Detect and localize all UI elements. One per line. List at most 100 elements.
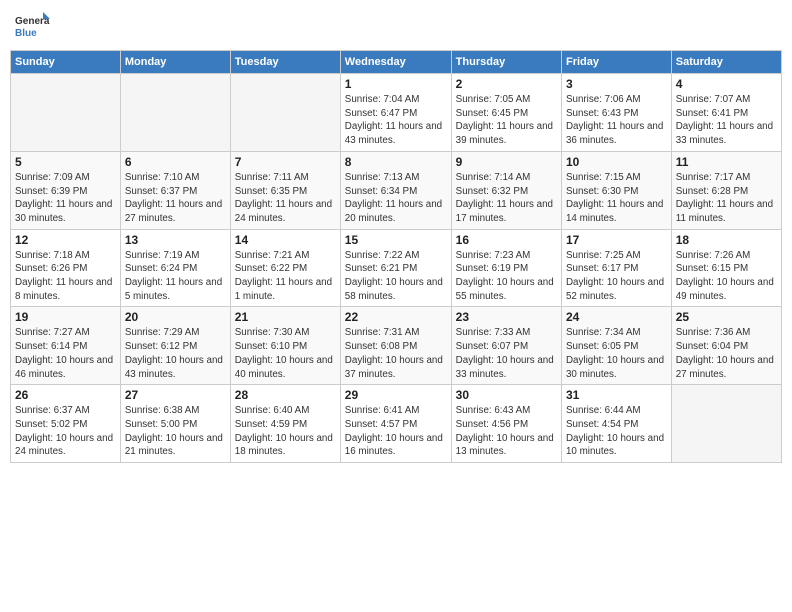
calendar-cell: 13 Sunrise: 7:19 AM Sunset: 6:24 PM Dayli… bbox=[120, 229, 230, 307]
calendar-cell bbox=[120, 74, 230, 152]
day-number: 2 bbox=[456, 77, 557, 91]
calendar-cell: 20Sunrise: 7:29 AM Sunset: 6:12 PM Dayli… bbox=[120, 307, 230, 385]
calendar-cell: 22Sunrise: 7:31 AM Sunset: 6:08 PM Dayli… bbox=[340, 307, 451, 385]
day-number: 19 bbox=[15, 310, 116, 324]
day-info: Sunrise: 7:06 AM Sunset: 6:43 PM Dayligh… bbox=[566, 93, 667, 148]
logo: General Blue bbox=[14, 10, 50, 46]
calendar-cell: 1Sunrise: 7:04 AM Sunset: 6:47 PM Daylig… bbox=[340, 74, 451, 152]
day-info: Sunrise: 7:21 AM Sunset: 6:22 PM Dayligh… bbox=[235, 249, 336, 304]
day-number: 23 bbox=[456, 310, 557, 324]
day-number: 25 bbox=[676, 310, 777, 324]
calendar-cell bbox=[230, 74, 340, 152]
calendar-cell: 25 Sunrise: 7:36 AM Sunset: 6:04 PM Dayli… bbox=[671, 307, 781, 385]
calendar-cell: 3 Sunrise: 7:06 AM Sunset: 6:43 PM Daylig… bbox=[561, 74, 671, 152]
day-number: 21 bbox=[235, 310, 336, 324]
day-number: 5 bbox=[15, 155, 116, 169]
day-info: Sunrise: 7:36 AM Sunset: 6:04 PM Dayligh… bbox=[676, 326, 777, 381]
day-number: 16 bbox=[456, 233, 557, 247]
day-number: 8 bbox=[345, 155, 447, 169]
calendar-cell: 21Sunrise: 7:30 AM Sunset: 6:10 PM Dayli… bbox=[230, 307, 340, 385]
day-number: 13 bbox=[125, 233, 226, 247]
day-number: 24 bbox=[566, 310, 667, 324]
day-number: 6 bbox=[125, 155, 226, 169]
calendar-cell: 7 Sunrise: 7:11 AM Sunset: 6:35 PM Daylig… bbox=[230, 151, 340, 229]
calendar-cell: 10Sunrise: 7:15 AM Sunset: 6:30 PM Dayli… bbox=[561, 151, 671, 229]
day-number: 3 bbox=[566, 77, 667, 91]
weekday-header-saturday: Saturday bbox=[671, 51, 781, 74]
weekday-header-monday: Monday bbox=[120, 51, 230, 74]
calendar-cell: 28 Sunrise: 6:40 AM Sunset: 4:59 PM Dayli… bbox=[230, 385, 340, 463]
calendar-cell: 15 Sunrise: 7:22 AM Sunset: 6:21 PM Dayli… bbox=[340, 229, 451, 307]
day-number: 12 bbox=[15, 233, 116, 247]
day-number: 15 bbox=[345, 233, 447, 247]
day-info: Sunrise: 7:25 AM Sunset: 6:17 PM Dayligh… bbox=[566, 249, 667, 304]
day-number: 4 bbox=[676, 77, 777, 91]
calendar-cell: 17 Sunrise: 7:25 AM Sunset: 6:17 PM Dayli… bbox=[561, 229, 671, 307]
calendar-cell: 8Sunrise: 7:13 AM Sunset: 6:34 PM Daylig… bbox=[340, 151, 451, 229]
calendar-week-row: 5 Sunrise: 7:09 AM Sunset: 6:39 PM Daylig… bbox=[11, 151, 782, 229]
day-number: 22 bbox=[345, 310, 447, 324]
day-info: Sunrise: 7:34 AM Sunset: 6:05 PM Dayligh… bbox=[566, 326, 667, 381]
calendar-cell: 29 Sunrise: 6:41 AM Sunset: 4:57 PM Dayli… bbox=[340, 385, 451, 463]
day-number: 29 bbox=[345, 388, 447, 402]
day-number: 9 bbox=[456, 155, 557, 169]
day-number: 31 bbox=[566, 388, 667, 402]
calendar-cell: 27 Sunrise: 6:38 AM Sunset: 5:00 PM Dayli… bbox=[120, 385, 230, 463]
day-info: Sunrise: 6:37 AM Sunset: 5:02 PM Dayligh… bbox=[15, 404, 116, 459]
day-info: Sunrise: 6:43 AM Sunset: 4:56 PM Dayligh… bbox=[456, 404, 557, 459]
calendar-cell: 12 Sunrise: 7:18 AM Sunset: 6:26 PM Dayli… bbox=[11, 229, 121, 307]
calendar-cell: 26 Sunrise: 6:37 AM Sunset: 5:02 PM Dayli… bbox=[11, 385, 121, 463]
day-info: Sunrise: 6:44 AM Sunset: 4:54 PM Dayligh… bbox=[566, 404, 667, 459]
day-info: Sunrise: 7:14 AM Sunset: 6:32 PM Dayligh… bbox=[456, 171, 557, 226]
calendar-cell: 16 Sunrise: 7:23 AM Sunset: 6:19 PM Dayli… bbox=[451, 229, 561, 307]
calendar-week-row: 26 Sunrise: 6:37 AM Sunset: 5:02 PM Dayli… bbox=[11, 385, 782, 463]
calendar-cell: 24 Sunrise: 7:34 AM Sunset: 6:05 PM Dayli… bbox=[561, 307, 671, 385]
calendar-week-row: 19 Sunrise: 7:27 AM Sunset: 6:14 PM Dayli… bbox=[11, 307, 782, 385]
weekday-header-thursday: Thursday bbox=[451, 51, 561, 74]
day-info: Sunrise: 7:04 AM Sunset: 6:47 PM Dayligh… bbox=[345, 93, 447, 148]
svg-text:Blue: Blue bbox=[15, 28, 37, 39]
calendar-cell: 11 Sunrise: 7:17 AM Sunset: 6:28 PM Dayli… bbox=[671, 151, 781, 229]
day-info: Sunrise: 6:41 AM Sunset: 4:57 PM Dayligh… bbox=[345, 404, 447, 459]
calendar-cell bbox=[671, 385, 781, 463]
weekday-header-sunday: Sunday bbox=[11, 51, 121, 74]
day-info: Sunrise: 7:23 AM Sunset: 6:19 PM Dayligh… bbox=[456, 249, 557, 304]
calendar-cell: 2 Sunrise: 7:05 AM Sunset: 6:45 PM Daylig… bbox=[451, 74, 561, 152]
calendar-cell: 19 Sunrise: 7:27 AM Sunset: 6:14 PM Dayli… bbox=[11, 307, 121, 385]
calendar-cell: 6 Sunrise: 7:10 AM Sunset: 6:37 PM Daylig… bbox=[120, 151, 230, 229]
day-number: 14 bbox=[235, 233, 336, 247]
day-number: 17 bbox=[566, 233, 667, 247]
day-info: Sunrise: 7:11 AM Sunset: 6:35 PM Dayligh… bbox=[235, 171, 336, 226]
day-info: Sunrise: 7:27 AM Sunset: 6:14 PM Dayligh… bbox=[15, 326, 116, 381]
day-number: 10 bbox=[566, 155, 667, 169]
calendar-cell bbox=[11, 74, 121, 152]
calendar-cell: 9 Sunrise: 7:14 AM Sunset: 6:32 PM Daylig… bbox=[451, 151, 561, 229]
day-info: Sunrise: 7:19 AM Sunset: 6:24 PM Dayligh… bbox=[125, 249, 226, 304]
calendar-cell: 30 Sunrise: 6:43 AM Sunset: 4:56 PM Dayli… bbox=[451, 385, 561, 463]
day-number: 18 bbox=[676, 233, 777, 247]
calendar-cell: 23Sunrise: 7:33 AM Sunset: 6:07 PM Dayli… bbox=[451, 307, 561, 385]
day-number: 26 bbox=[15, 388, 116, 402]
calendar-week-row: 12 Sunrise: 7:18 AM Sunset: 6:26 PM Dayli… bbox=[11, 229, 782, 307]
day-number: 11 bbox=[676, 155, 777, 169]
day-info: Sunrise: 7:17 AM Sunset: 6:28 PM Dayligh… bbox=[676, 171, 777, 226]
day-info: Sunrise: 6:38 AM Sunset: 5:00 PM Dayligh… bbox=[125, 404, 226, 459]
day-info: Sunrise: 7:29 AM Sunset: 6:12 PM Dayligh… bbox=[125, 326, 226, 381]
day-info: Sunrise: 7:10 AM Sunset: 6:37 PM Dayligh… bbox=[125, 171, 226, 226]
day-number: 27 bbox=[125, 388, 226, 402]
day-number: 7 bbox=[235, 155, 336, 169]
day-info: Sunrise: 7:22 AM Sunset: 6:21 PM Dayligh… bbox=[345, 249, 447, 304]
day-info: Sunrise: 7:05 AM Sunset: 6:45 PM Dayligh… bbox=[456, 93, 557, 148]
calendar-cell: 5 Sunrise: 7:09 AM Sunset: 6:39 PM Daylig… bbox=[11, 151, 121, 229]
day-info: Sunrise: 7:18 AM Sunset: 6:26 PM Dayligh… bbox=[15, 249, 116, 304]
day-number: 30 bbox=[456, 388, 557, 402]
weekday-header-friday: Friday bbox=[561, 51, 671, 74]
header: General Blue bbox=[10, 10, 782, 46]
day-info: Sunrise: 7:09 AM Sunset: 6:39 PM Dayligh… bbox=[15, 171, 116, 226]
calendar-week-row: 1Sunrise: 7:04 AM Sunset: 6:47 PM Daylig… bbox=[11, 74, 782, 152]
weekday-header-tuesday: Tuesday bbox=[230, 51, 340, 74]
calendar-cell: 4Sunrise: 7:07 AM Sunset: 6:41 PM Daylig… bbox=[671, 74, 781, 152]
day-number: 28 bbox=[235, 388, 336, 402]
day-info: Sunrise: 6:40 AM Sunset: 4:59 PM Dayligh… bbox=[235, 404, 336, 459]
calendar-cell: 14 Sunrise: 7:21 AM Sunset: 6:22 PM Dayli… bbox=[230, 229, 340, 307]
